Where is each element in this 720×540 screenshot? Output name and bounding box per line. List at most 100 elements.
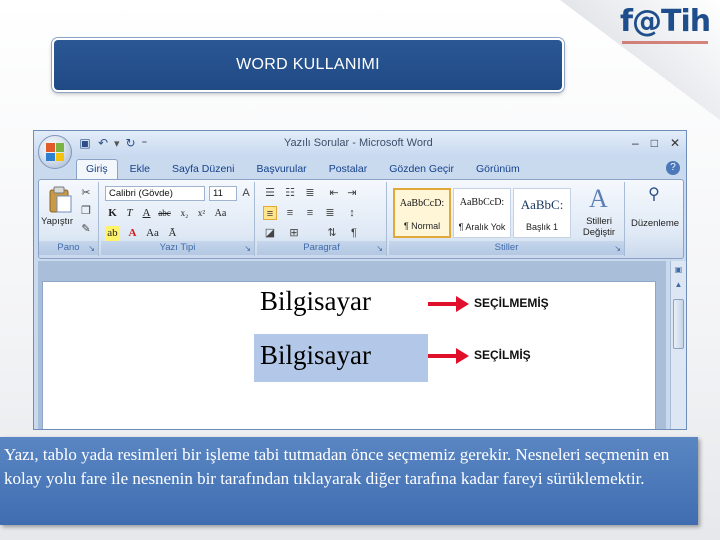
fatih-logo: f@Tih [620, 4, 712, 48]
unselected-word[interactable]: Bilgisayar [260, 286, 371, 317]
font-color-button[interactable]: A [125, 226, 140, 241]
editing-group: ⚲ Düzenleme [627, 182, 683, 256]
strikethrough-button[interactable]: abc [157, 206, 172, 221]
align-center-icon[interactable]: ≡ [283, 206, 297, 220]
style-name: Başlık 1 [525, 222, 558, 232]
caption-text: Yazı, tablo yada resimleri bir işleme ta… [4, 445, 670, 488]
tab-view[interactable]: Görünüm [466, 159, 530, 181]
style-name: ¶ Aralık Yok [458, 222, 506, 232]
window-title: Yazılı Sorular - Microsoft Word [284, 137, 433, 149]
change-styles-label[interactable]: Stilleri Değiştir [575, 216, 623, 238]
window-titlebar: ▣ ↶ ▾ ↻ ⁼ Yazılı Sorular - Microsoft Wor… [34, 131, 686, 157]
highlight-button[interactable]: ab [105, 226, 120, 241]
ribbon-tabs: Giriş Ekle Sayfa Düzeni Başvurular Posta… [76, 159, 530, 181]
slide-title-bar: WORD KULLANIMI [52, 38, 564, 92]
font-size-box[interactable]: 11 [209, 186, 237, 201]
font-launcher-icon[interactable]: ↘ [244, 244, 251, 253]
underline-button[interactable]: A [139, 206, 154, 221]
format-painter-icon[interactable]: ✎ [79, 222, 93, 236]
decrease-indent-icon[interactable]: ⇤ [327, 186, 341, 200]
cut-icon[interactable]: ✂ [79, 186, 93, 200]
paragraph-group: ☰ ☷ ≣ ⇤ ⇥ ≡ ≡ ≡ ≣ ↕ ◪ ⊞ ⇅ ¶ Paragraf ↘ [257, 182, 387, 256]
tab-references[interactable]: Başvurular [246, 159, 316, 181]
dropdown-icon[interactable]: ▾ [114, 137, 120, 150]
ruler-toggle-icon[interactable]: ▣ [673, 264, 684, 275]
window-controls: – □ ✕ [632, 136, 680, 150]
clipboard-launcher-icon[interactable]: ↘ [88, 244, 95, 253]
styles-group-label: Stiller [389, 241, 624, 255]
scroll-up-icon[interactable]: ▲ [673, 279, 684, 290]
close-icon[interactable]: ✕ [670, 136, 680, 150]
styles-launcher-icon[interactable]: ↘ [614, 244, 621, 253]
undo-icon[interactable]: ↶ [96, 136, 110, 150]
align-right-icon[interactable]: ≡ [303, 206, 317, 220]
grow-font-icon[interactable]: A [239, 186, 253, 200]
align-left-icon[interactable]: ≡ [263, 206, 277, 220]
show-marks-icon[interactable]: ¶ [347, 226, 361, 240]
help-icon[interactable]: ? [666, 161, 680, 175]
font-name-box[interactable]: Calibri (Gövde) [105, 186, 205, 201]
font-group: Calibri (Gövde) 11 A K T A abc x₂ x² Aa … [101, 182, 255, 256]
quick-access-toolbar: ▣ ↶ ▾ ↻ ⁼ [78, 136, 147, 150]
vertical-scrollbar[interactable]: ▣ ▲ [670, 261, 686, 429]
slide-title: WORD KULLANIMI [236, 56, 380, 73]
office-logo-icon [46, 143, 64, 161]
superscript-button[interactable]: x² [194, 206, 209, 221]
style-sample: AaBbCcD: [399, 198, 445, 209]
paragraph-launcher-icon[interactable]: ↘ [376, 244, 383, 253]
style-normal[interactable]: AaBbCcD: ¶ Normal [393, 188, 451, 238]
shading-icon[interactable]: ◪ [263, 226, 277, 240]
tab-insert[interactable]: Ekle [120, 159, 160, 181]
style-sample: AaBbC: [520, 197, 564, 212]
change-styles-icon[interactable]: A [589, 184, 608, 214]
arrow-not-selected-icon [428, 296, 469, 312]
scrollbar-thumb[interactable] [673, 299, 684, 349]
borders-icon[interactable]: ⊞ [287, 226, 301, 240]
minimize-icon[interactable]: – [632, 136, 639, 150]
justify-icon[interactable]: ≣ [323, 206, 337, 220]
tab-home[interactable]: Giriş [76, 159, 118, 181]
tab-page-layout[interactable]: Sayfa Düzeni [162, 159, 244, 181]
paste-label[interactable]: Yapıştır [41, 216, 73, 227]
change-case-button[interactable]: Aa [213, 206, 228, 221]
maximize-icon[interactable]: □ [651, 136, 658, 150]
styles-group: AaBbCcD: ¶ Normal AaBbCcD: ¶ Aralık Yok … [389, 182, 625, 256]
multilevel-list-icon[interactable]: ≣ [303, 186, 317, 200]
tab-mailings[interactable]: Postalar [319, 159, 378, 181]
sort-icon[interactable]: ⇅ [325, 226, 339, 240]
ribbon: Yapıştır ✂ ❐ ✎ Pano ↘ Calibri (Gövde) 11… [38, 179, 684, 259]
enclose-button[interactable]: Ā [165, 226, 180, 241]
selected-word[interactable]: Bilgisayar [260, 340, 371, 371]
style-heading-1[interactable]: AaBbC: Başlık 1 [513, 188, 571, 238]
caption-box: Yazı, tablo yada resimleri bir işleme ta… [0, 437, 698, 525]
word-window: ▣ ↶ ▾ ↻ ⁼ Yazılı Sorular - Microsoft Wor… [33, 130, 687, 430]
bullets-icon[interactable]: ☰ [263, 186, 277, 200]
logo-text: f@Tih [620, 4, 711, 39]
editing-label[interactable]: Düzenleme [627, 218, 683, 229]
increase-indent-icon[interactable]: ⇥ [345, 186, 359, 200]
clipboard-group: Yapıştır ✂ ❐ ✎ Pano ↘ [39, 182, 99, 256]
paste-icon[interactable] [47, 186, 73, 214]
paragraph-group-label: Paragraf [257, 241, 386, 255]
style-name: ¶ Normal [403, 221, 441, 231]
style-no-spacing[interactable]: AaBbCcD: ¶ Aralık Yok [453, 188, 511, 238]
label-not-selected: SEÇİLMEMİŞ [474, 296, 549, 310]
line-spacing-icon[interactable]: ↕ [345, 206, 359, 220]
character-shading-button[interactable]: Aa [145, 226, 160, 241]
style-sample: AaBbCcD: [459, 197, 505, 208]
italic-button[interactable]: T [122, 206, 137, 221]
binoculars-icon[interactable]: ⚲ [647, 187, 661, 203]
numbering-icon[interactable]: ☷ [283, 186, 297, 200]
logo-underline [622, 41, 708, 44]
bold-button[interactable]: K [105, 206, 120, 221]
subscript-button[interactable]: x₂ [177, 206, 192, 221]
font-group-label: Yazı Tipi [101, 241, 254, 255]
copy-icon[interactable]: ❐ [79, 204, 93, 218]
save-icon[interactable]: ▣ [78, 136, 92, 150]
qat-customize-icon[interactable]: ⁼ [142, 137, 148, 150]
label-selected: SEÇİLMİŞ [474, 348, 531, 362]
office-button[interactable] [38, 135, 72, 169]
tab-review[interactable]: Gözden Geçir [379, 159, 464, 181]
arrow-selected-icon [428, 348, 469, 364]
redo-icon[interactable]: ↻ [124, 136, 138, 150]
